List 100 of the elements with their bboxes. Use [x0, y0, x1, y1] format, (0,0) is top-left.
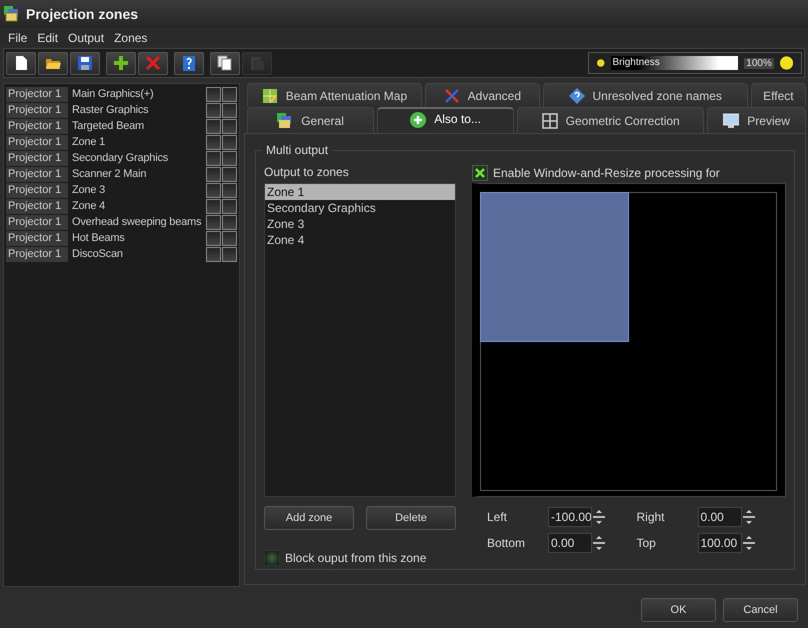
zone-checkbox[interactable] [206, 182, 221, 198]
zone-checkbox[interactable] [206, 86, 221, 102]
brightness-label: Brightness [612, 56, 660, 70]
zone-checkbox[interactable] [222, 198, 237, 214]
zone-name[interactable]: Targeted Beam [68, 120, 206, 132]
document-icon [13, 55, 29, 71]
toolbar-button[interactable] [70, 52, 100, 74]
zone-name[interactable]: Zone 4 [68, 200, 206, 212]
menu-item[interactable]: Edit [32, 30, 64, 44]
brightness-slider[interactable]: Brightness [610, 56, 738, 70]
menu-item[interactable]: Zones [109, 30, 152, 44]
window-title: Projection zones [26, 6, 138, 22]
zone-name[interactable]: Scanner 2 Main [68, 168, 206, 180]
zone-name[interactable]: Raster Graphics [68, 104, 206, 116]
tab[interactable]: Preview [707, 107, 806, 133]
tab[interactable]: Advanced [424, 83, 540, 107]
windows-icon [277, 112, 294, 128]
tab[interactable]: Geometric Correction [517, 107, 704, 133]
projector-cell: Projector 1 [6, 198, 68, 214]
checkbox[interactable] [264, 550, 280, 566]
zone-checkbox[interactable] [222, 182, 237, 198]
toolbar-button[interactable] [38, 52, 68, 74]
zone-name[interactable]: Hot Beams [68, 232, 206, 244]
zone-name[interactable]: Main Graphics(+) [68, 88, 206, 100]
list-item[interactable]: Zone 3 [265, 216, 455, 232]
projector-cell: Projector 1 [6, 134, 68, 150]
clipboard-icon [249, 55, 265, 71]
zone-checkbox[interactable] [206, 166, 221, 182]
number-field[interactable]: 100.00 [698, 533, 742, 553]
menu-item[interactable]: Output [63, 30, 110, 44]
field-label: Bottom [487, 536, 526, 550]
zone-checkbox[interactable] [206, 118, 221, 134]
toolbar-button[interactable] [106, 52, 136, 74]
projector-cell: Projector 1 [6, 102, 68, 118]
number-field[interactable]: 0.00 [698, 507, 742, 527]
zone-name[interactable]: Zone 1 [68, 136, 206, 148]
zone-checkbox[interactable] [206, 134, 221, 150]
tab[interactable]: General [247, 107, 374, 133]
zone-name[interactable]: Overhead sweeping beams [68, 216, 206, 228]
question-diamond-icon [568, 88, 585, 104]
zone-checkbox[interactable] [206, 102, 221, 118]
projector-cell: Projector 1 [6, 246, 68, 262]
menu-item[interactable]: File [3, 30, 32, 44]
tab[interactable]: Also to... [377, 107, 514, 133]
zone-name[interactable]: Secondary Graphics [68, 152, 206, 164]
tab[interactable]: Unresolved zone names [542, 83, 748, 107]
zone-checkbox[interactable] [222, 102, 237, 118]
projector-cell: Projector 1 [6, 86, 68, 102]
projector-cell: Projector 1 [6, 182, 68, 198]
projector-cell: Projector 1 [6, 230, 68, 246]
list-label: Output to zones [264, 165, 350, 179]
brightness-reading: 100% [744, 58, 774, 68]
zone-checkbox[interactable] [222, 166, 237, 182]
button[interactable]: Cancel [723, 598, 798, 622]
spinner-arrows-icon [742, 535, 754, 551]
plus-circle-icon [410, 112, 426, 128]
button[interactable]: Delete [366, 506, 456, 530]
zone-checkbox[interactable] [206, 198, 221, 214]
x-mark-icon [475, 168, 485, 178]
toolbar-button[interactable] [174, 52, 204, 74]
projector-cell: Projector 1 [6, 166, 68, 182]
zone-checkbox[interactable] [222, 246, 237, 262]
checkbox[interactable] [472, 165, 488, 181]
spinner-arrows-icon [593, 535, 605, 551]
zone-checkbox[interactable] [222, 214, 237, 230]
projector-cell: Projector 1 [6, 214, 68, 230]
number-field[interactable]: -100.00 [548, 507, 592, 527]
list-item[interactable]: Zone 4 [265, 232, 455, 248]
tab[interactable]: Effect [750, 83, 806, 107]
map-icon [262, 88, 278, 104]
list-item[interactable]: Zone 1 [265, 184, 455, 200]
bulb-dim-icon [597, 59, 605, 67]
field-label: Top [636, 536, 657, 550]
zone-checkbox[interactable] [206, 246, 221, 262]
button[interactable]: OK [641, 598, 716, 622]
grid-icon [542, 112, 558, 128]
field-label: Left [487, 510, 508, 524]
tab[interactable]: Beam Attenuation Map [247, 83, 422, 107]
zone-checkbox[interactable] [222, 134, 237, 150]
zone-name[interactable]: Zone 3 [68, 184, 206, 196]
zone-checkbox[interactable] [222, 118, 237, 134]
zone-checkbox[interactable] [222, 230, 237, 246]
number-field[interactable]: 0.00 [548, 533, 592, 553]
list-item[interactable]: Secondary Graphics [265, 200, 455, 216]
spinner-arrows-icon [593, 509, 605, 525]
button[interactable]: Add zone [264, 506, 354, 530]
plus-icon [113, 55, 129, 71]
zone-name[interactable]: DiscoScan [68, 248, 206, 260]
group-title: Multi output [262, 143, 332, 157]
zone-checkbox[interactable] [206, 214, 221, 230]
zone-checkbox[interactable] [206, 230, 221, 246]
zone-checkbox[interactable] [222, 86, 237, 102]
projector-cell: Projector 1 [6, 118, 68, 134]
toolbar-button[interactable] [210, 52, 240, 74]
projector-cell: Projector 1 [6, 150, 68, 166]
help-book-icon [181, 55, 197, 71]
toolbar-button[interactable] [6, 52, 36, 74]
zone-checkbox[interactable] [206, 150, 221, 166]
checkbox-label: Block ouput from this zone [285, 551, 426, 565]
zone-checkbox[interactable] [222, 150, 237, 166]
